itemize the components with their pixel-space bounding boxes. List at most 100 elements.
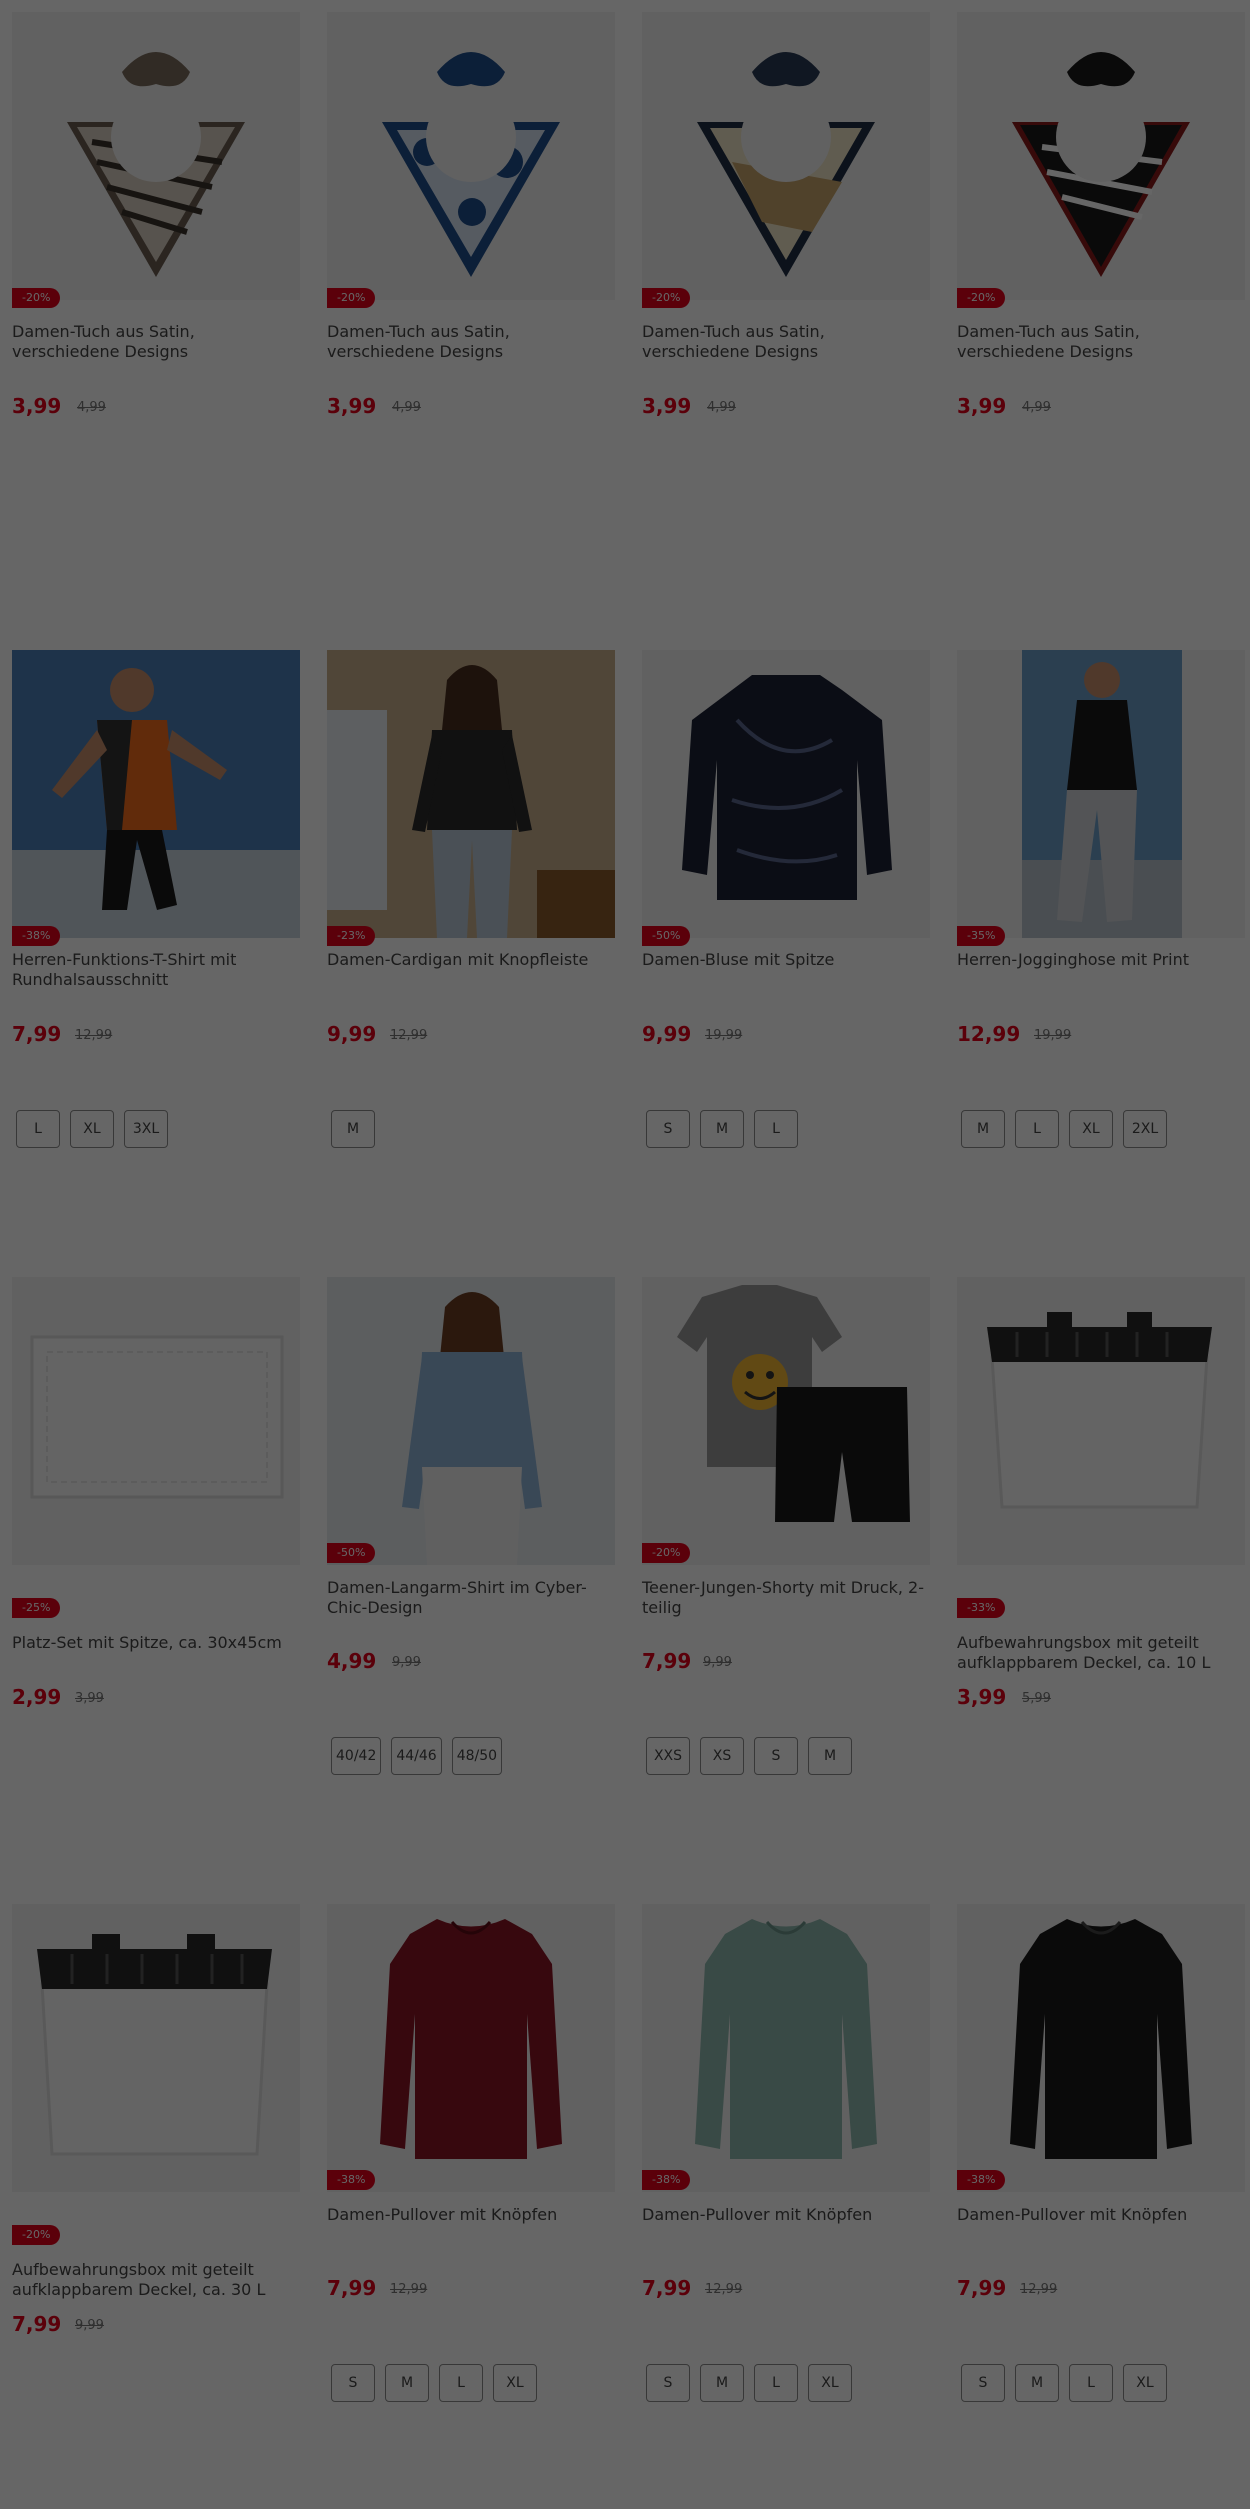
size-options: M L XL 2XL: [961, 1110, 1167, 1148]
product-title[interactable]: Aufbewahrungsbox mit geteilt aufklappbar…: [957, 1633, 1245, 1673]
size-button[interactable]: 44/46: [391, 1737, 442, 1775]
product-price: 3,99: [12, 394, 62, 418]
product-card[interactable]: -50% Damen-Bluse mit Spitze 9,99 19,99 S…: [642, 650, 930, 1160]
product-card[interactable]: -20% Damen-Tuch aus Satin, verschiedene …: [12, 12, 300, 418]
product-title[interactable]: Herren-Funktions-T-Shirt mit Rundhalsaus…: [12, 950, 300, 990]
product-title[interactable]: Damen-Bluse mit Spitze: [642, 950, 930, 970]
size-button[interactable]: L: [1015, 1110, 1059, 1148]
product-title[interactable]: Damen-Tuch aus Satin, verschiedene Desig…: [642, 322, 930, 362]
size-button[interactable]: L: [1069, 2364, 1113, 2402]
product-price: 9,99: [642, 1022, 692, 1046]
product-title[interactable]: Damen-Pullover mit Knöpfen: [327, 2205, 615, 2225]
product-card[interactable]: -20% Aufbewahrungsbox mit geteilt aufkla…: [12, 1904, 300, 2414]
product-title[interactable]: Damen-Pullover mit Knöpfen: [642, 2205, 930, 2225]
product-title[interactable]: Platz-Set mit Spitze, ca. 30x45cm: [12, 1633, 300, 1653]
size-button[interactable]: L: [439, 2364, 483, 2402]
old-price: 9,99: [392, 1655, 421, 1670]
product-image[interactable]: [327, 12, 615, 300]
product-card[interactable]: -50% Damen-Langarm-Shirt im Cyber-Chic-D…: [327, 1277, 615, 1787]
product-card[interactable]: -35% Herren-Jogginghose mit Print 12,99 …: [957, 650, 1245, 1160]
discount-badge: -20%: [12, 288, 61, 308]
product-title[interactable]: Teener-Jungen-Shorty mit Druck, 2-teilig: [642, 1578, 930, 1618]
size-button[interactable]: XL: [70, 1110, 114, 1148]
old-price: 19,99: [1034, 1028, 1072, 1043]
product-image[interactable]: [12, 650, 300, 938]
product-image[interactable]: [327, 1904, 615, 2192]
size-button[interactable]: L: [754, 2364, 798, 2402]
size-options: S M L XL: [646, 2364, 852, 2402]
size-button[interactable]: 3XL: [124, 1110, 168, 1148]
old-price: 4,99: [1022, 400, 1051, 415]
size-button[interactable]: L: [754, 1110, 798, 1148]
product-image[interactable]: [642, 1904, 930, 2192]
old-price: 19,99: [705, 1028, 743, 1043]
product-title[interactable]: Damen-Tuch aus Satin, verschiedene Desig…: [12, 322, 300, 362]
product-title[interactable]: Damen-Cardigan mit Knopfleiste: [327, 950, 615, 970]
product-card[interactable]: -33% Aufbewahrungsbox mit geteilt aufkla…: [957, 1277, 1245, 1787]
size-button[interactable]: M: [961, 1110, 1005, 1148]
product-title[interactable]: Damen-Tuch aus Satin, verschiedene Desig…: [957, 322, 1245, 362]
product-title[interactable]: Damen-Langarm-Shirt im Cyber-Chic-Design: [327, 1578, 615, 1618]
size-button[interactable]: M: [385, 2364, 429, 2402]
product-card[interactable]: -38% Damen-Pullover mit Knöpfen 7,99 12,…: [327, 1904, 615, 2414]
size-button[interactable]: S: [646, 2364, 690, 2402]
discount-badge: -35%: [957, 926, 1006, 946]
product-image[interactable]: [957, 1277, 1245, 1565]
product-card[interactable]: -20% Damen-Tuch aus Satin, verschiedene …: [642, 12, 930, 418]
size-options: S M L XL: [961, 2364, 1167, 2402]
product-title[interactable]: Damen-Tuch aus Satin, verschiedene Desig…: [327, 322, 615, 362]
size-button[interactable]: M: [808, 1737, 852, 1775]
discount-badge: -38%: [642, 2170, 691, 2190]
size-button[interactable]: XXS: [646, 1737, 690, 1775]
product-title[interactable]: Damen-Pullover mit Knöpfen: [957, 2205, 1245, 2225]
size-button[interactable]: 40/42: [331, 1737, 382, 1775]
product-price: 2,99: [12, 1685, 62, 1709]
product-image[interactable]: [642, 12, 930, 300]
size-button[interactable]: XS: [700, 1737, 744, 1775]
size-button[interactable]: L: [16, 1110, 60, 1148]
discount-badge: -38%: [12, 926, 61, 946]
product-card[interactable]: -20% Damen-Tuch aus Satin, verschiedene …: [957, 12, 1245, 418]
product-image[interactable]: [957, 1904, 1245, 2192]
product-card[interactable]: -38% Herren-Funktions-T-Shirt mit Rundha…: [12, 650, 300, 1160]
size-options: 40/42 44/46 48/50: [331, 1737, 503, 1775]
size-options: L XL 3XL: [16, 1110, 168, 1148]
size-button[interactable]: 48/50: [451, 1737, 503, 1775]
product-card[interactable]: -25% Platz-Set mit Spitze, ca. 30x45cm 2…: [12, 1277, 300, 1787]
size-button[interactable]: XL: [1123, 2364, 1167, 2402]
product-image[interactable]: [12, 1904, 300, 2192]
product-card[interactable]: -23% Damen-Cardigan mit Knopfleiste 9,99…: [327, 650, 615, 1160]
product-card[interactable]: -20% Teener-Jungen-Shorty mit Druck, 2-t…: [642, 1277, 930, 1787]
size-button[interactable]: XL: [493, 2364, 537, 2402]
product-image[interactable]: [327, 1277, 615, 1565]
size-button[interactable]: XL: [808, 2364, 852, 2402]
size-button[interactable]: 2XL: [1123, 1110, 1167, 1148]
product-image[interactable]: [642, 1277, 930, 1565]
product-price: 3,99: [957, 1685, 1007, 1709]
size-button[interactable]: M: [331, 1110, 375, 1148]
size-button[interactable]: S: [961, 2364, 1005, 2402]
product-title[interactable]: Aufbewahrungsbox mit geteilt aufklappbar…: [12, 2260, 300, 2300]
product-title[interactable]: Herren-Jogginghose mit Print: [957, 950, 1245, 970]
product-image[interactable]: [12, 12, 300, 300]
size-button[interactable]: M: [700, 2364, 744, 2402]
product-image[interactable]: [642, 650, 930, 938]
product-image[interactable]: [957, 650, 1245, 938]
old-price: 4,99: [707, 400, 736, 415]
product-image[interactable]: [957, 12, 1245, 300]
size-button[interactable]: XL: [1069, 1110, 1113, 1148]
size-button[interactable]: M: [1015, 2364, 1059, 2402]
product-grid: -20% Damen-Tuch aus Satin, verschiedene …: [0, 0, 1250, 2509]
product-card[interactable]: -20% Damen-Tuch aus Satin, verschiedene …: [327, 12, 615, 418]
product-image[interactable]: [327, 650, 615, 938]
product-card[interactable]: -38% Damen-Pullover mit Knöpfen 7,99 12,…: [957, 1904, 1245, 2414]
size-button[interactable]: S: [331, 2364, 375, 2402]
size-button[interactable]: S: [646, 1110, 690, 1148]
discount-badge: -33%: [957, 1598, 1006, 1618]
product-image[interactable]: [12, 1277, 300, 1565]
product-card[interactable]: -38% Damen-Pullover mit Knöpfen 7,99 12,…: [642, 1904, 930, 2414]
size-options: M: [331, 1110, 375, 1148]
size-options: XXS XS S M: [646, 1737, 852, 1775]
size-button[interactable]: M: [700, 1110, 744, 1148]
size-button[interactable]: S: [754, 1737, 798, 1775]
